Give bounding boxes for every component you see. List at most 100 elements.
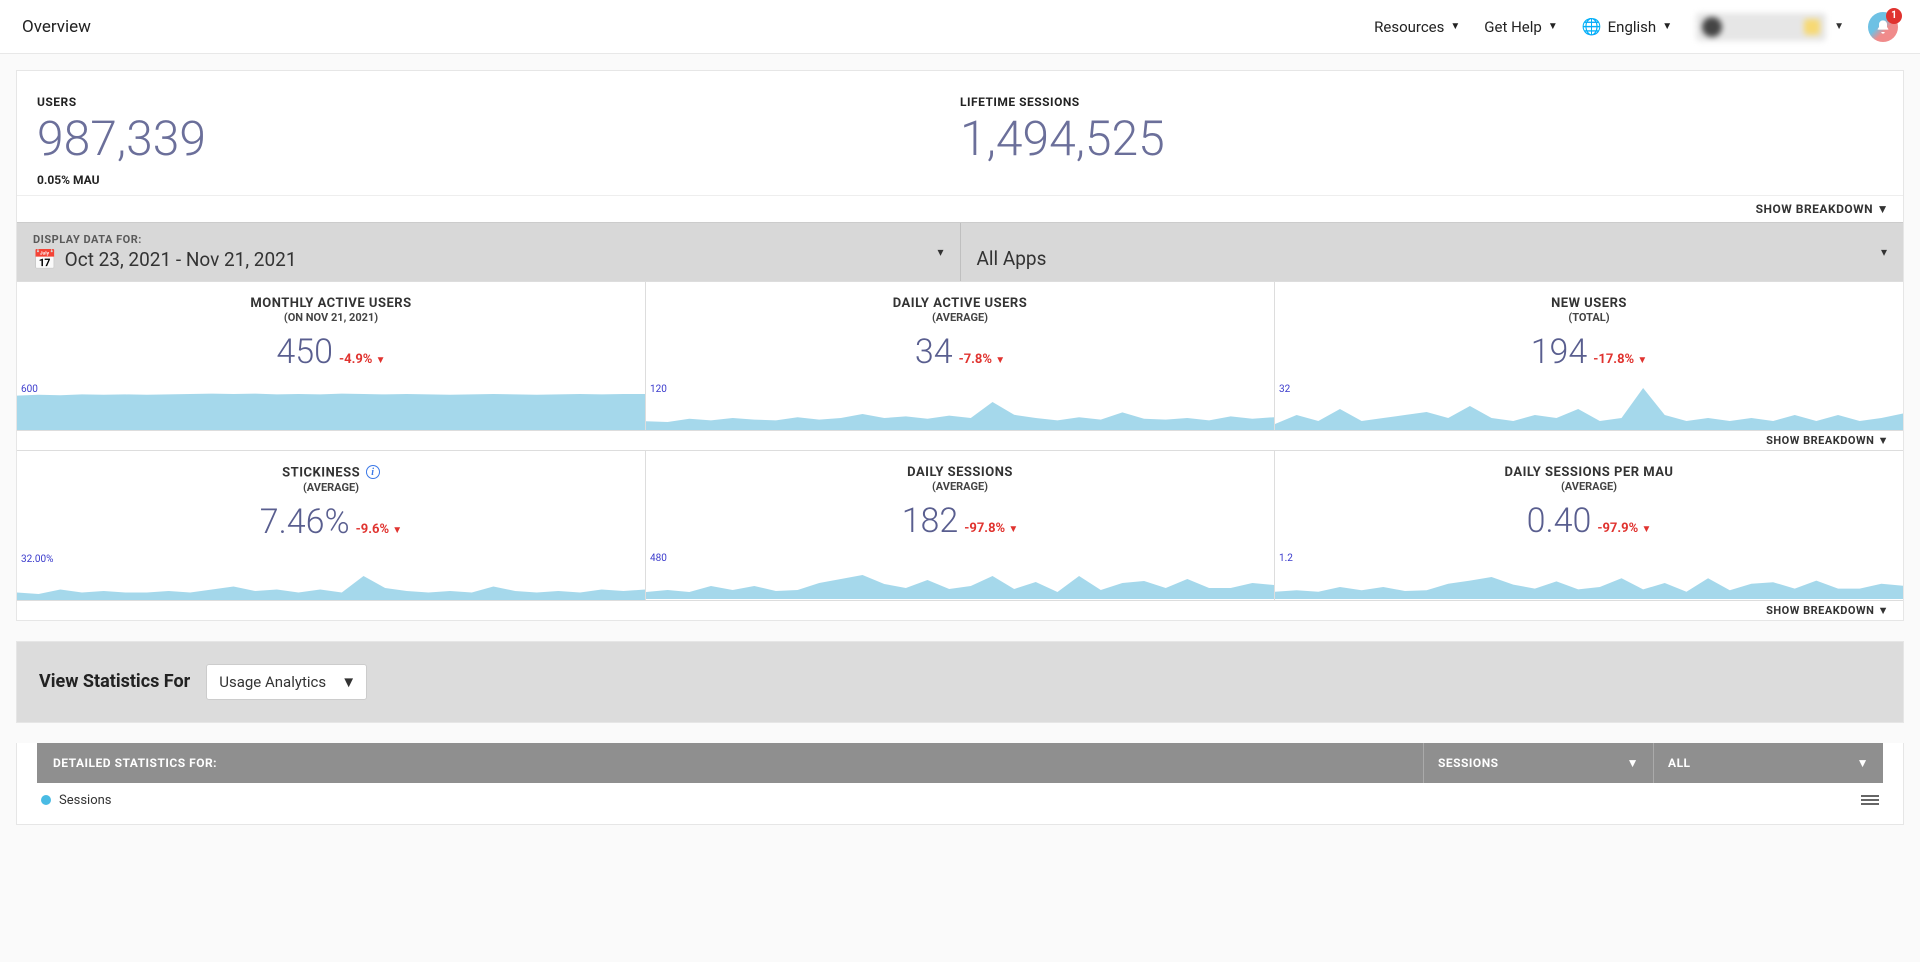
- metric-value: 0.40: [1527, 501, 1592, 541]
- metric-sparkline: 32.00%: [17, 552, 645, 600]
- metric-subtitle: (AVERAGE): [646, 311, 1274, 324]
- metric-title: NEW USERS: [1275, 296, 1903, 311]
- users-label: USERS: [37, 95, 960, 109]
- chevron-down-icon: ▼: [376, 355, 386, 366]
- metric-delta[interactable]: -97.9% ▼: [1597, 521, 1651, 536]
- detailed-statistics-bar: DETAILED STATISTICS FOR: SESSIONS▼ ALL▼: [37, 743, 1883, 783]
- axis-label: 480: [650, 553, 667, 564]
- view-statistics-select[interactable]: Usage Analytics ▼: [206, 664, 367, 700]
- user-info-blurred: [1696, 13, 1826, 41]
- display-data-label: DISPLAY DATA FOR:: [33, 233, 944, 246]
- metric-card: DAILY SESSIONS PER MAU (AVERAGE) 0.40 -9…: [1275, 451, 1903, 600]
- metric-delta[interactable]: -4.9% ▼: [339, 352, 386, 367]
- metric-sparkline: 480: [646, 551, 1274, 599]
- metric-sparkline: 1.2: [1275, 551, 1903, 599]
- metric-subtitle: (TOTAL): [1275, 311, 1903, 324]
- chevron-down-icon: ▼: [1008, 524, 1018, 535]
- metric-value: 194: [1531, 332, 1588, 372]
- chevron-down-icon: ▼: [1637, 355, 1647, 366]
- axis-label: 32.00%: [21, 554, 53, 565]
- metric-delta[interactable]: -97.8% ▼: [964, 521, 1018, 536]
- chart-menu-button[interactable]: [1861, 795, 1879, 805]
- metric-subtitle: (AVERAGE): [17, 481, 645, 494]
- chevron-down-icon: ▼: [1627, 756, 1639, 770]
- chevron-down-icon: ▼: [392, 525, 402, 536]
- users-value: 987,339: [37, 115, 960, 163]
- chart-legend-row: Sessions: [17, 783, 1903, 818]
- chevron-down-icon: ▾: [937, 245, 943, 259]
- get-help-menu[interactable]: Get Help▼: [1484, 18, 1557, 36]
- calendar-icon: 📅: [33, 248, 57, 271]
- apps-selector[interactable]: All Apps ▾: [961, 223, 1904, 281]
- metric-value: 182: [902, 501, 959, 541]
- view-statistics-label: View Statistics For: [39, 671, 190, 692]
- globe-icon: 🌐: [1582, 17, 1602, 36]
- notifications-button[interactable]: 1: [1868, 12, 1898, 42]
- metric-sparkline: 120: [646, 382, 1274, 430]
- show-breakdown-button[interactable]: SHOW BREAKDOWN ▼: [17, 195, 1903, 222]
- language-menu[interactable]: 🌐English▼: [1582, 17, 1672, 36]
- metric-delta[interactable]: -17.8% ▼: [1593, 352, 1647, 367]
- date-range-selector[interactable]: DISPLAY DATA FOR: 📅Oct 23, 2021 - Nov 21…: [17, 223, 961, 281]
- show-breakdown-button[interactable]: SHOW BREAKDOWN ▼: [17, 431, 1903, 450]
- sessions-select[interactable]: SESSIONS▼: [1423, 743, 1653, 783]
- metric-delta[interactable]: -9.6% ▼: [356, 522, 403, 537]
- metric-title: DAILY ACTIVE USERS: [646, 296, 1274, 311]
- axis-label: 120: [650, 384, 667, 395]
- summary-row: USERS 987,339 0.05% MAU LIFETIME SESSION…: [17, 71, 1903, 195]
- metric-title: DAILY SESSIONS PER MAU: [1275, 465, 1903, 480]
- chevron-down-icon: ▼: [1834, 21, 1844, 32]
- axis-label: 1.2: [1279, 553, 1293, 564]
- metrics-grid-bottom: STICKINESS i (AVERAGE) 7.46% -9.6% ▼ 32.…: [17, 450, 1903, 601]
- metric-title: STICKINESS i: [17, 465, 645, 481]
- user-menu[interactable]: ▼: [1696, 13, 1844, 41]
- info-icon[interactable]: i: [366, 465, 380, 479]
- chevron-down-icon: ▼: [1878, 434, 1889, 447]
- metric-subtitle: (AVERAGE): [1275, 480, 1903, 493]
- notification-badge: 1: [1886, 8, 1902, 24]
- view-statistics-row: View Statistics For Usage Analytics ▼: [16, 641, 1904, 723]
- legend-label: Sessions: [59, 793, 112, 808]
- metrics-grid-top: MONTHLY ACTIVE USERS (ON NOV 21, 2021) 4…: [17, 281, 1903, 431]
- page-title: Overview: [22, 17, 91, 37]
- show-breakdown-button[interactable]: SHOW BREAKDOWN ▼: [17, 601, 1903, 620]
- axis-label: 600: [21, 384, 38, 395]
- metric-title: DAILY SESSIONS: [646, 465, 1274, 480]
- metric-title: MONTHLY ACTIVE USERS: [17, 296, 645, 311]
- chevron-down-icon: ▼: [341, 673, 356, 691]
- chevron-down-icon: ▼: [995, 355, 1005, 366]
- metric-value: 450: [276, 332, 333, 372]
- metric-value: 7.46%: [260, 502, 350, 542]
- topbar: Overview Resources▼ Get Help▼ 🌐English▼ …: [0, 0, 1920, 54]
- resources-menu[interactable]: Resources▼: [1374, 18, 1460, 36]
- metric-card: NEW USERS (TOTAL) 194 -17.8% ▼ 32: [1275, 282, 1903, 430]
- users-sub: 0.05% MAU: [37, 173, 960, 187]
- metric-sparkline: 32: [1275, 382, 1903, 430]
- chevron-down-icon: ▼: [1641, 524, 1651, 535]
- metric-subtitle: (AVERAGE): [646, 480, 1274, 493]
- axis-label: 32: [1279, 384, 1290, 395]
- metric-subtitle: (ON NOV 21, 2021): [17, 311, 645, 324]
- chevron-down-icon: ▼: [1877, 202, 1889, 216]
- chevron-down-icon: ▼: [1878, 604, 1889, 617]
- metric-delta[interactable]: -7.8% ▼: [959, 352, 1006, 367]
- metric-card: DAILY ACTIVE USERS (AVERAGE) 34 -7.8% ▼ …: [646, 282, 1274, 430]
- overview-card: USERS 987,339 0.05% MAU LIFETIME SESSION…: [16, 70, 1904, 621]
- metric-card: STICKINESS i (AVERAGE) 7.46% -9.6% ▼ 32.…: [17, 451, 645, 600]
- detailed-statistics-label: DETAILED STATISTICS FOR:: [37, 756, 1423, 770]
- topbar-right: Resources▼ Get Help▼ 🌐English▼ ▼ 1: [1374, 12, 1898, 42]
- chevron-down-icon: ▼: [1857, 756, 1869, 770]
- metric-sparkline: 600: [17, 382, 645, 430]
- chevron-down-icon: ▾: [1881, 245, 1887, 259]
- sessions-summary: LIFETIME SESSIONS 1,494,525: [960, 95, 1883, 187]
- sessions-value: 1,494,525: [960, 115, 1883, 163]
- legend-marker-icon: [41, 795, 51, 805]
- chevron-down-icon: ▼: [1450, 21, 1460, 32]
- metric-card: DAILY SESSIONS (AVERAGE) 182 -97.8% ▼ 48…: [646, 451, 1274, 600]
- sessions-label: LIFETIME SESSIONS: [960, 95, 1883, 109]
- users-summary: USERS 987,339 0.05% MAU: [37, 95, 960, 187]
- chevron-down-icon: ▼: [1662, 21, 1672, 32]
- all-select[interactable]: ALL▼: [1653, 743, 1883, 783]
- metric-value: 34: [915, 332, 953, 372]
- metric-card: MONTHLY ACTIVE USERS (ON NOV 21, 2021) 4…: [17, 282, 645, 430]
